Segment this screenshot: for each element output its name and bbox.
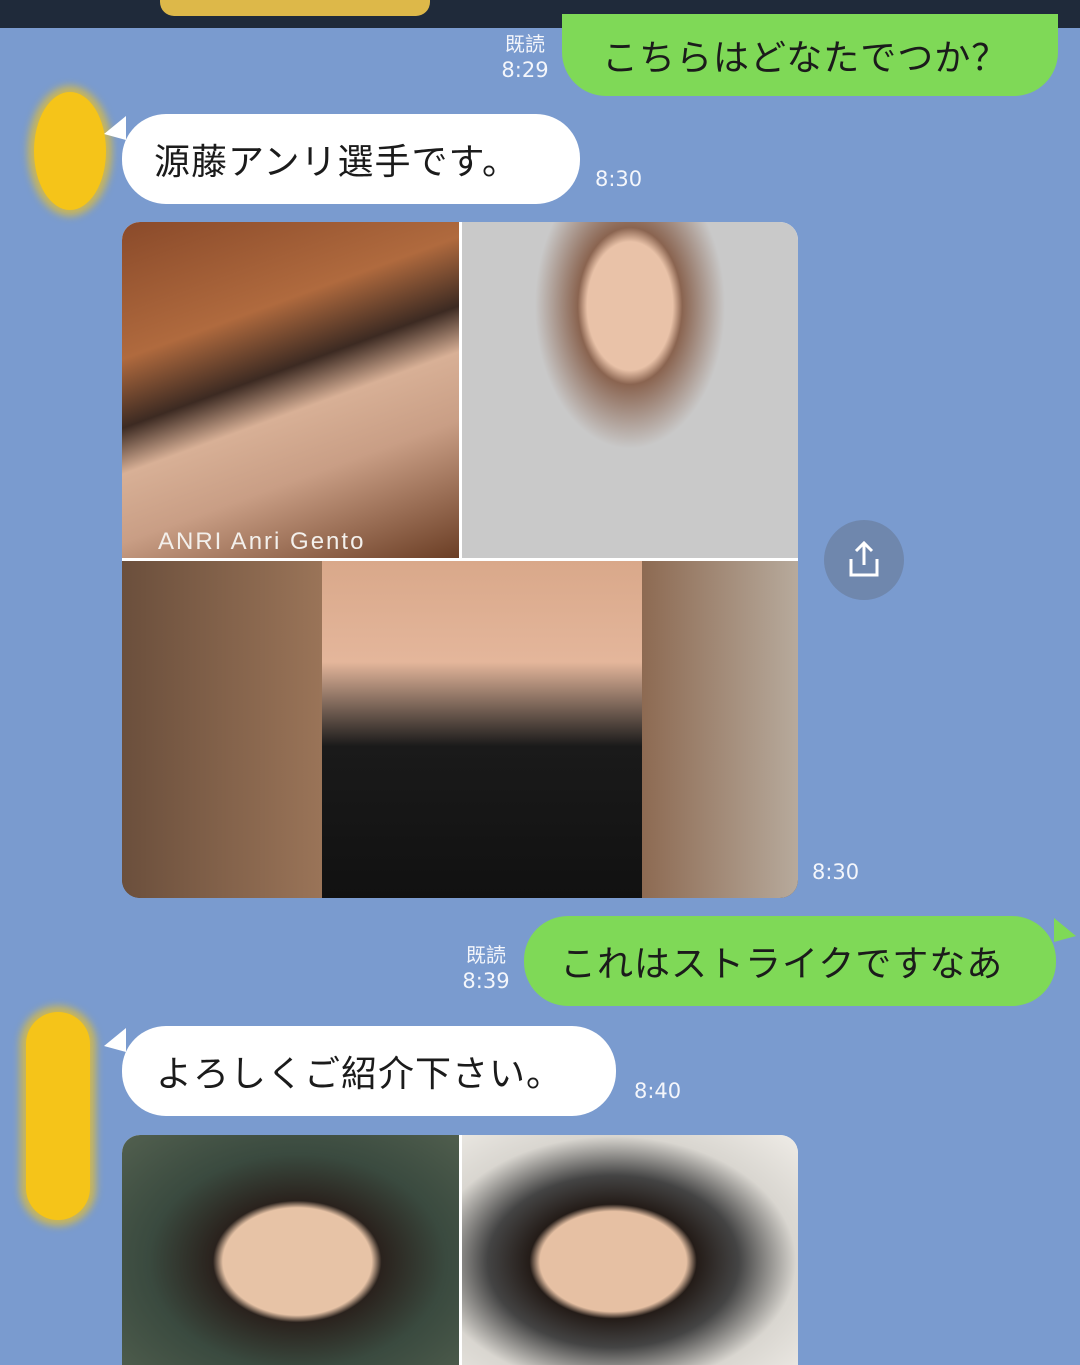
redaction-smudge [160,0,430,16]
message-bubble-outgoing[interactable]: こちらはどなたでつか？ [562,14,1058,96]
bubble-tail [104,116,126,140]
message-text: こちらはどなたでつか？ [602,38,1009,79]
photo-3[interactable] [122,561,798,898]
message-text: 源藤アンリ選手です。 [154,142,519,183]
sender-avatar[interactable] [26,1012,90,1220]
photo-caption: ANRI Anri Gento [158,528,366,555]
message-bubble-incoming[interactable]: よろしくご紹介下さい。 [122,1026,616,1116]
image-collage[interactable] [122,1135,798,1365]
bubble-tail [1054,918,1076,942]
image-collage[interactable]: ANRI Anri Gento [122,222,798,898]
message-read-status: 既読 8:39 [462,943,510,993]
message-read-status: 既読 8:29 [501,32,549,82]
sender-avatar[interactable] [34,92,106,210]
message-bubble-incoming[interactable]: 源藤アンリ選手です。 [122,114,580,204]
message-time: 8:30 [595,167,643,191]
share-icon [849,540,879,577]
hair-shadow [642,561,798,898]
message-time: 8:30 [812,860,860,884]
message-bubble-outgoing[interactable]: これはストライクですなあ [524,916,1056,1006]
photo-1[interactable] [122,1135,459,1365]
bubble-tail [104,1028,126,1052]
photo-2[interactable] [462,222,798,558]
share-button[interactable] [824,520,904,600]
hair-shadow [122,561,322,898]
message-text: これはストライクですなあ [560,944,1004,985]
message-time: 8:40 [634,1079,682,1103]
message-text: よろしくご紹介下さい。 [156,1054,564,1095]
photo-1[interactable]: ANRI Anri Gento [122,222,459,558]
photo-2[interactable] [462,1135,798,1365]
